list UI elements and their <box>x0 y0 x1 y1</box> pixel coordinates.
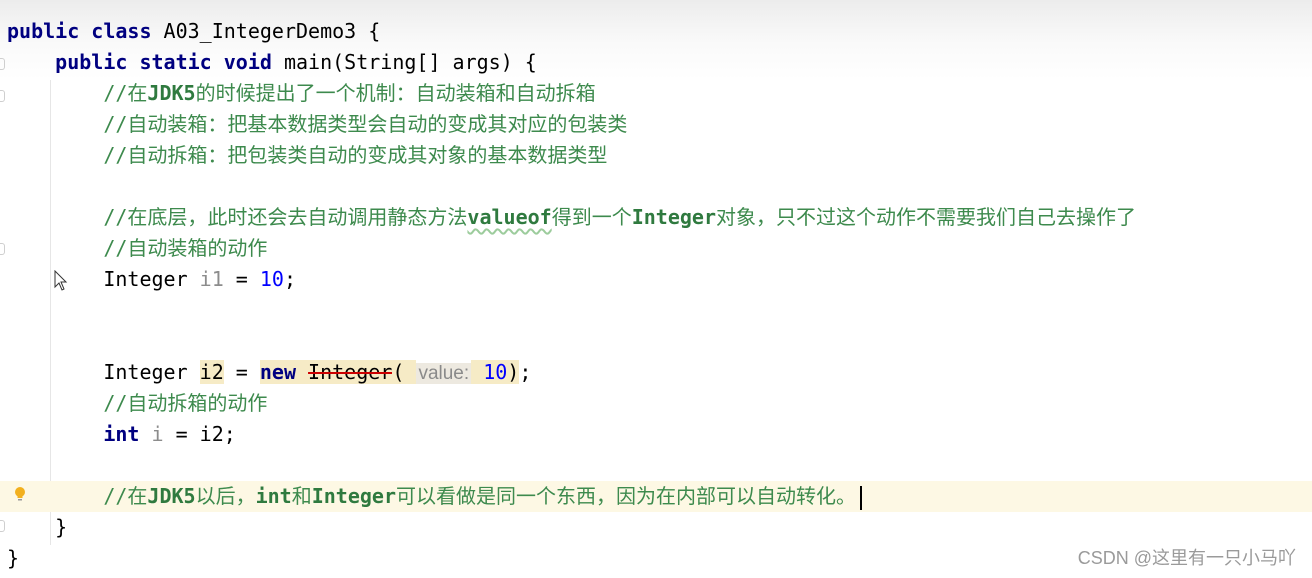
code-number: 10 <box>259 267 284 291</box>
code-line[interactable]: } <box>0 512 1312 543</box>
code-comment: JDK5 <box>147 81 196 105</box>
code-comment: //在 <box>103 484 148 508</box>
text-caret <box>860 485 863 510</box>
code-token: main(String[] args) { <box>283 50 537 74</box>
code-comment: 可以看做是同一个东西，因为在内部可以自动转化。 <box>396 484 857 508</box>
code-line[interactable] <box>0 171 1312 202</box>
code-line[interactable]: //自动拆箱：把包装类自动的变成其对象的基本数据类型 <box>0 140 1312 171</box>
code-comment: Integer <box>311 484 397 508</box>
code-keyword: public static void <box>55 50 284 74</box>
code-comment: //自动装箱：把基本数据类型会自动的变成其对应的包装类 <box>103 112 628 136</box>
code-number: 10 <box>483 360 508 384</box>
code-token: ; <box>283 267 297 291</box>
code-line[interactable]: //自动装箱的动作 <box>0 233 1312 264</box>
code-comment: //自动拆箱的动作 <box>103 391 268 415</box>
code-line[interactable]: Integer i2 = new Integer( value: 10); <box>0 357 1312 388</box>
code-line[interactable]: //在底层，此时还会去自动调用静态方法valueof得到一个Integer对象，… <box>0 202 1312 233</box>
code-comment: 和 <box>291 484 312 508</box>
code-token: ( <box>392 360 417 384</box>
code-token: } <box>7 546 20 570</box>
code-line[interactable]: public class A03_IntegerDemo3 { <box>0 16 1312 47</box>
code-keyword: int <box>103 422 152 446</box>
code-comment: int <box>255 484 292 508</box>
code-comment: //在 <box>103 81 148 105</box>
code-token: = i2; <box>163 422 236 446</box>
code-comment: 以后， <box>195 484 256 508</box>
code-line[interactable] <box>0 450 1312 481</box>
code-comment: Integer <box>631 205 717 229</box>
code-line[interactable]: int i = i2; <box>0 419 1312 450</box>
code-comment: //自动装箱的动作 <box>103 236 268 260</box>
code-token: A03_IntegerDemo3 { <box>163 19 381 43</box>
code-line[interactable]: //自动拆箱的动作 <box>0 388 1312 419</box>
code-comment: valueof <box>467 205 552 229</box>
code-keyword: public class <box>7 19 164 43</box>
code-token: ; <box>519 360 532 384</box>
code-token: Integer <box>308 360 393 384</box>
code-token: Integer <box>103 360 200 384</box>
code-comment: 得到一个 <box>551 205 632 229</box>
code-comment: 的时候提出了一个机制：自动装箱和自动拆箱 <box>195 81 596 105</box>
code-line[interactable]: //自动装箱：把基本数据类型会自动的变成其对应的包装类 <box>0 109 1312 140</box>
code-comment: JDK5 <box>147 484 196 508</box>
code-line[interactable]: public static void main(String[] args) { <box>0 47 1312 78</box>
code-token: i <box>151 422 164 446</box>
lightbulb-icon[interactable] <box>14 486 26 502</box>
code-token <box>471 360 484 384</box>
code-line[interactable]: //在JDK5的时候提出了一个机制：自动装箱和自动拆箱 <box>0 78 1312 109</box>
code-comment: //自动拆箱：把包装类自动的变成其对象的基本数据类型 <box>103 143 608 167</box>
code-comment: 对象，只不过这个动作不需要我们自己去操作了 <box>716 205 1137 229</box>
code-line[interactable]: Integer i1 = 10; <box>0 264 1312 295</box>
code-token: = <box>223 267 260 291</box>
code-keyword: new <box>259 360 309 384</box>
parameter-hint: value: <box>416 363 472 384</box>
watermark: CSDN @这里有一只小马吖 <box>1077 548 1296 568</box>
code-token: } <box>55 515 68 539</box>
code-token: i2 <box>199 360 224 384</box>
code-editor[interactable]: public class A03_IntegerDemo3 { public s… <box>0 16 1312 574</box>
code-line[interactable] <box>0 295 1312 326</box>
mouse-pointer-icon <box>54 270 68 291</box>
code-line[interactable] <box>0 326 1312 357</box>
code-token: i1 <box>199 267 224 291</box>
code-token: Integer <box>103 267 200 291</box>
code-line-current[interactable]: //在JDK5以后，int和Integer可以看做是同一个东西，因为在内部可以自… <box>0 481 1312 512</box>
code-comment: //在底层，此时还会去自动调用静态方法 <box>103 205 468 229</box>
code-token: = <box>223 360 260 384</box>
code-token: ) <box>507 360 520 384</box>
